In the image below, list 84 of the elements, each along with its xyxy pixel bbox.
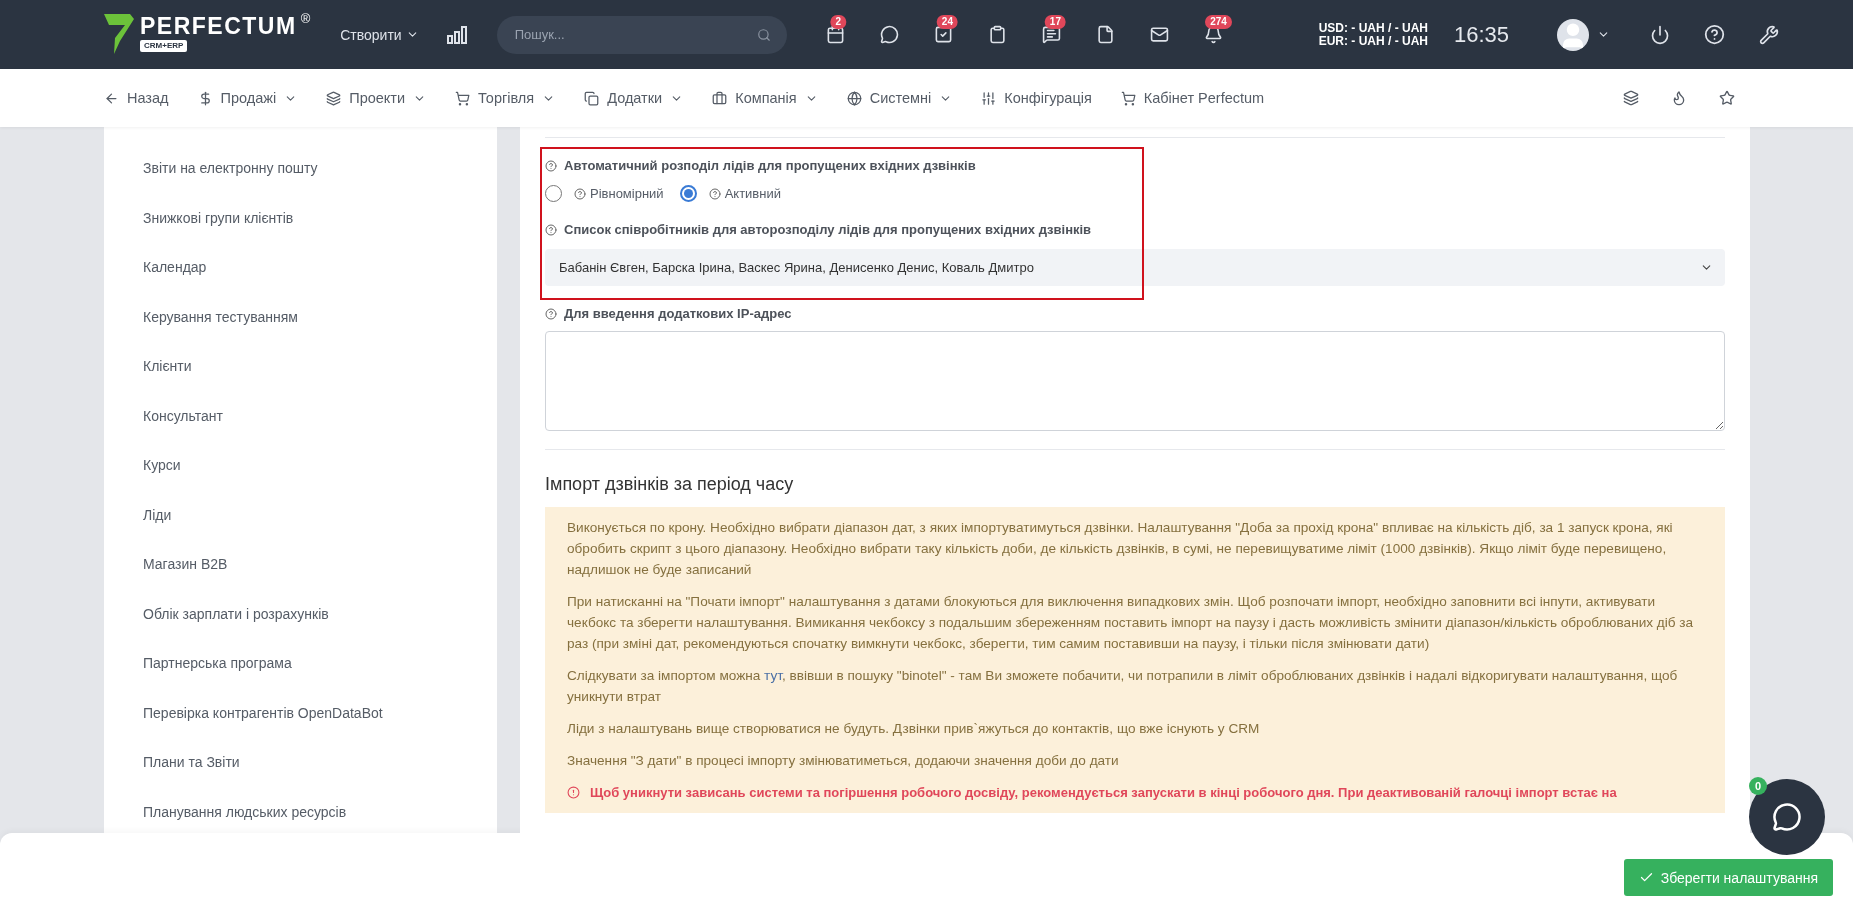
currency-rate: EUR: - UAH / - UAH <box>1318 34 1428 48</box>
sidebar-item[interactable]: Клієнти <box>143 347 192 377</box>
help-icon <box>545 159 557 172</box>
logo-tag: CRM+ERP <box>140 39 188 52</box>
info-text: Ліди з налаштувань вище створюватися не будуть. Дзвінки прив`яжуться до контактів, що вже існують у CRM <box>567 720 1261 738</box>
power-icon[interactable] <box>1650 24 1671 45</box>
help-icon <box>545 223 557 236</box>
briefcase-icon <box>712 90 728 106</box>
calendar-icon[interactable] <box>825 25 845 44</box>
settings-icon[interactable] <box>1759 24 1780 45</box>
field-label: Автоматичний розподіл лідів для пропущених вхідних дзвінків <box>564 158 976 173</box>
sidebar-item[interactable]: Планування людських ресурсів <box>143 792 347 823</box>
nav-link[interactable]: Проекти <box>326 90 427 106</box>
field-label: Список співробітників для авторозподілу лідів для пропущених вхідних дзвінків <box>564 222 1092 237</box>
currency-rate: USD: - UAH / - UAH <box>1318 21 1428 35</box>
radio-button[interactable] <box>679 185 697 202</box>
comment-icon[interactable] <box>1041 25 1061 44</box>
ip-input-field[interactable] <box>545 331 1725 431</box>
cart-icon <box>455 90 471 106</box>
sidebar-item[interactable]: Перевірка контрагентів OpenDataBot <box>143 693 383 724</box>
info-text: Виконується по крону. Необхідно вибрати діапазон дат, з яких імпортуватимуться дзвінки. Налаштування "Доба за прохід крона" впливає на кількість діб, за 1 запуск крона, які обробить скрипт з цього діапазону. Необхідно вибрати таку кількість доби, де кількість дзвінків, в сумі, не перевищуватиме ліміт (1000 дзвінків). Якщо ліміт буде перевищено, надлишок не буде записаний <box>567 519 1674 579</box>
flame-icon[interactable] <box>1671 90 1687 106</box>
sidebar-item[interactable]: Консультант <box>143 396 223 427</box>
sidebar-item[interactable]: Курси <box>143 446 181 476</box>
info-text: Слідкувати за імпортом можна тут, ввівши в пошуку "binotel" - там Ви зможете побачити, чи потрапили в ліміт оброблюваних дзвінків і надалі відкоригувати налаштування, щоб уникнути втрат <box>567 667 1679 706</box>
file-icon[interactable] <box>1095 25 1115 44</box>
sidebar-item[interactable]: Партнерська програма <box>143 644 292 674</box>
sliders-icon <box>981 90 997 106</box>
radio-label: Активний <box>724 186 781 201</box>
help-icon <box>574 187 586 200</box>
logo-mark-icon <box>104 11 134 56</box>
avatar-icon[interactable] <box>1557 18 1590 51</box>
search-field[interactable]: Пошук... <box>496 15 787 54</box>
sidebar-item[interactable]: Календар <box>143 248 207 278</box>
nav-link[interactable]: Системні <box>846 90 953 106</box>
logo-text: PERFECTUM <box>140 11 297 40</box>
layers-icon[interactable] <box>1623 90 1639 106</box>
create-button[interactable]: Створити <box>336 22 423 47</box>
nav-link[interactable]: Конфігурація <box>981 90 1092 106</box>
layers-icon <box>326 90 342 106</box>
nav-link[interactable]: Продажі <box>197 90 298 106</box>
chart-icon[interactable] <box>446 25 467 44</box>
copy-icon <box>584 90 600 106</box>
warning-text: Щоб уникнути зависань системи та погіршення робочого досвіду, рекомендується запускати в кінці робочого дня. При деактивованій галочці імпорт встає на <box>590 784 1617 802</box>
alert-icon <box>567 786 580 799</box>
sidebar-item[interactable]: Звіти на електронну пошту <box>143 149 318 179</box>
section-title: Імпорт дзвінків за період часу <box>545 474 795 495</box>
help-icon[interactable] <box>1704 24 1726 45</box>
chat-icon[interactable] <box>879 25 899 44</box>
info-text: При натисканні на "Почати імпорт" налаштування з датами блокуються для виключення випадкових змін. Щоб розпочати імпорт, необхідно заповнити всі інпути, активувати чекбокс та зберегти налаштування. Вимикання чекбоксу з подальшим збереженням поставить імпорт на паузу і дасть можливість змінити діапазон/кількість оброблюваних діб за раз (при зміні дат, рекомендуються спочатку вимкнути чекбокс, зберегти, тим самим поставивши на паузу, і тільки після змінювати дати) <box>567 593 1695 653</box>
help-icon <box>708 187 721 200</box>
nav-link[interactable]: Торгівля <box>455 90 556 106</box>
sidebar-item[interactable]: Магазин B2B <box>143 545 228 575</box>
text-link[interactable]: тут <box>764 668 782 683</box>
sidebar-item[interactable]: Ліди <box>143 495 172 526</box>
sidebar-item[interactable]: Плани та Звіти <box>143 743 240 773</box>
count-badge: 17 <box>1044 15 1066 29</box>
search-input[interactable]: Пошук... <box>512 26 733 43</box>
clock-time: 16:35 <box>1454 21 1510 48</box>
search-icon <box>756 27 771 42</box>
checkbox-icon[interactable] <box>933 25 953 44</box>
count-badge: 24 <box>936 15 958 29</box>
count-badge: 2 <box>830 15 847 29</box>
employees-select[interactable]: Бабанін Євген, Барска Ірина, Васкес Ярина, Денисенко Денис, Коваль Дмитро <box>545 249 1725 286</box>
cart-icon <box>1120 90 1136 106</box>
info-text: Значення "З дати" в процесі імпорту змінюватиметься, додаючи значення доби до дати <box>567 752 1120 770</box>
registered-mark: ® <box>300 11 311 26</box>
count-badge: 274 <box>1205 15 1232 29</box>
radio-label: Рівномірний <box>590 186 664 201</box>
sidebar-item[interactable]: Облік зарплати і розрахунків <box>143 594 329 625</box>
nav-link[interactable]: Назад <box>104 90 169 106</box>
nav-link[interactable]: Кабінет Perfectum <box>1120 90 1265 106</box>
nav-link[interactable]: Додатки <box>584 90 684 106</box>
count-badge: 0 <box>1749 777 1767 795</box>
mail-icon[interactable] <box>1149 25 1169 44</box>
nav-link[interactable]: Компанія <box>712 90 818 106</box>
field-label: Для введення додаткових IP-адрес <box>564 306 792 321</box>
chat-icon <box>1772 802 1802 832</box>
globe-icon <box>846 90 862 106</box>
star-icon[interactable] <box>1719 90 1735 106</box>
sidebar-item[interactable]: Керування тестуванням <box>143 297 298 328</box>
sidebar-item[interactable]: Знижкові групи клієнтів <box>143 198 294 229</box>
clipboard-icon[interactable] <box>987 25 1007 44</box>
help-icon <box>545 307 557 320</box>
